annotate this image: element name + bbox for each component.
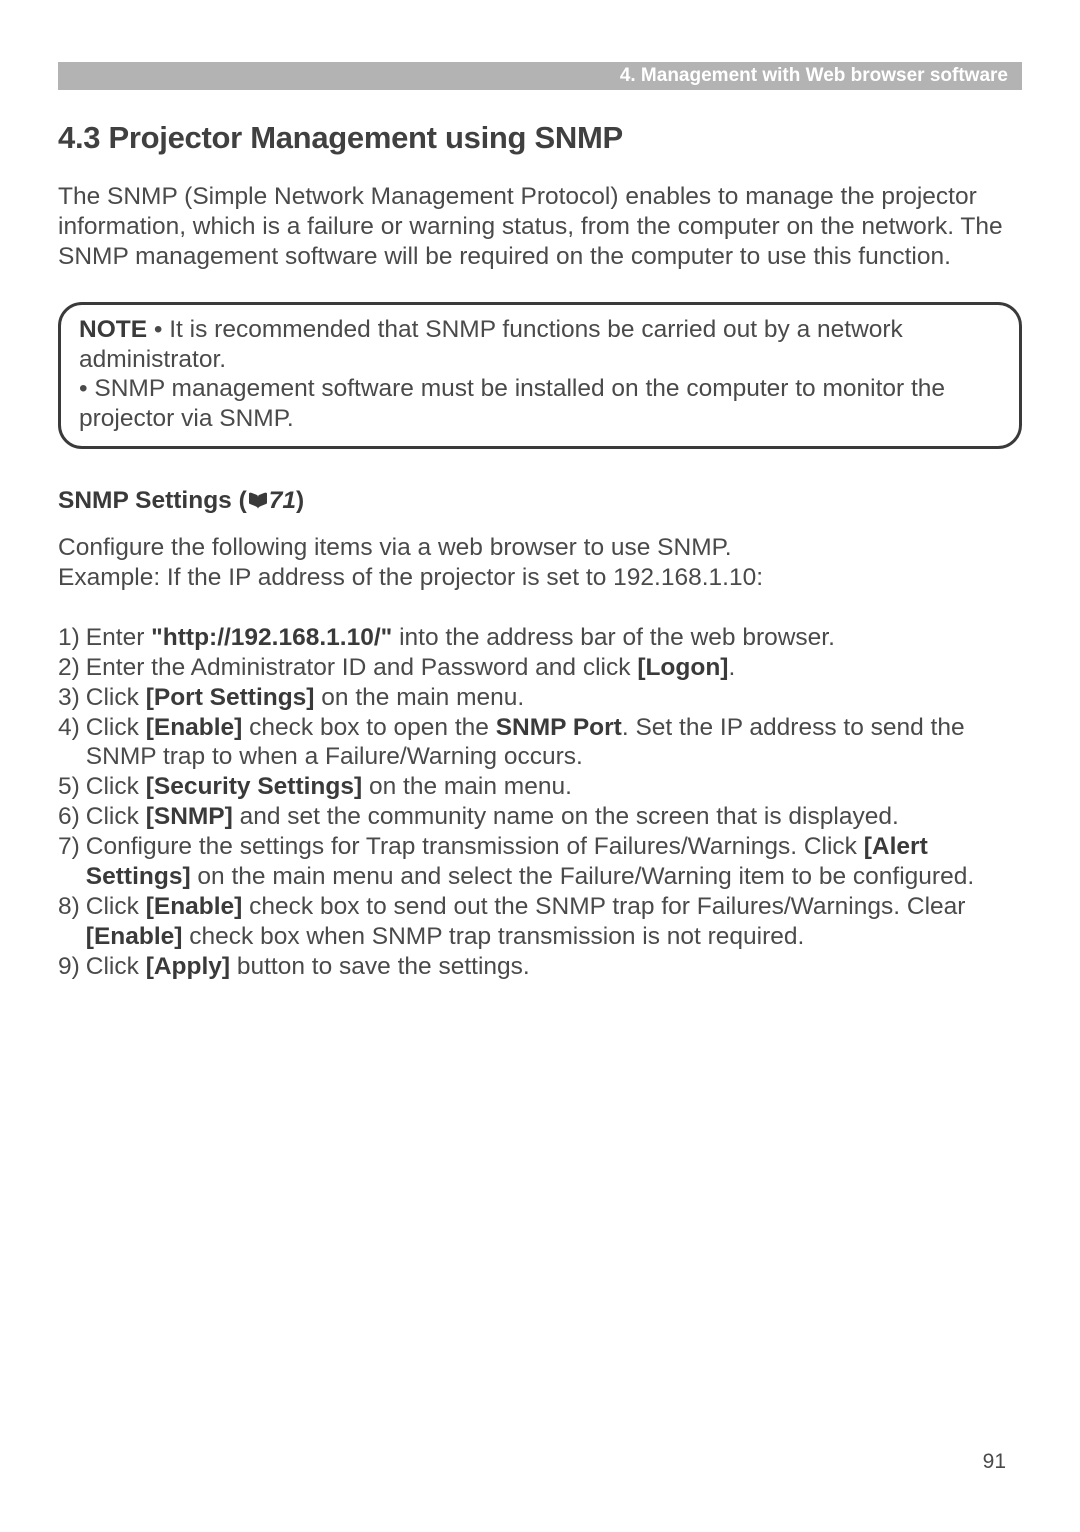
intro-paragraph: The SNMP (Simple Network Management Prot… (58, 182, 1022, 272)
step-9: 9) Click [Apply] button to save the sett… (58, 952, 1022, 982)
step-2: 2) Enter the Administrator ID and Passwo… (58, 653, 1022, 683)
subsection-title: SNMP Settings (71) (58, 487, 1022, 515)
step-4: 4) Click [Enable] check box to open the … (58, 713, 1022, 773)
snmp-port-label: SNMP Port (496, 714, 622, 741)
port-settings-label: [Port Settings] (146, 684, 315, 711)
config-paragraph: Configure the following items via a web … (58, 533, 1022, 593)
step-7: 7) Configure the settings for Trap trans… (58, 832, 1022, 892)
page-ref: 71 (269, 487, 296, 514)
steps-list: 1) Enter "http://192.168.1.10/" into the… (58, 623, 1022, 982)
section-title: 4.3 Projector Management using SNMP (58, 120, 1022, 156)
step-5: 5) Click [Security Settings] on the main… (58, 772, 1022, 802)
security-settings-label: [Security Settings] (146, 773, 362, 800)
book-icon (247, 492, 269, 510)
header-bar: 4. Management with Web browser software (58, 62, 1022, 90)
note-bullet-1: • It is recommended that SNMP functions … (79, 316, 903, 373)
note-label: NOTE (79, 316, 147, 343)
page-number: 91 (983, 1450, 1006, 1474)
url-text: "http://192.168.1.10/" (151, 624, 392, 651)
step-6: 6) Click [SNMP] and set the community na… (58, 802, 1022, 832)
note-box: NOTE • It is recommended that SNMP funct… (58, 302, 1022, 450)
step-8: 8) Click [Enable] check box to send out … (58, 892, 1022, 952)
note-bullet-2: • SNMP management software must be insta… (79, 375, 945, 432)
enable-label-3: [Enable] (86, 923, 183, 950)
logon-label: [Logon] (637, 654, 728, 681)
apply-label: [Apply] (146, 953, 230, 980)
breadcrumb: 4. Management with Web browser software (620, 65, 1008, 87)
snmp-label: [SNMP] (146, 803, 233, 830)
enable-label: [Enable] (146, 714, 243, 741)
step-1: 1) Enter "http://192.168.1.10/" into the… (58, 623, 1022, 653)
step-3: 3) Click [Port Settings] on the main men… (58, 683, 1022, 713)
page-content: 4.3 Projector Management using SNMP The … (58, 120, 1022, 981)
enable-label-2: [Enable] (146, 893, 243, 920)
